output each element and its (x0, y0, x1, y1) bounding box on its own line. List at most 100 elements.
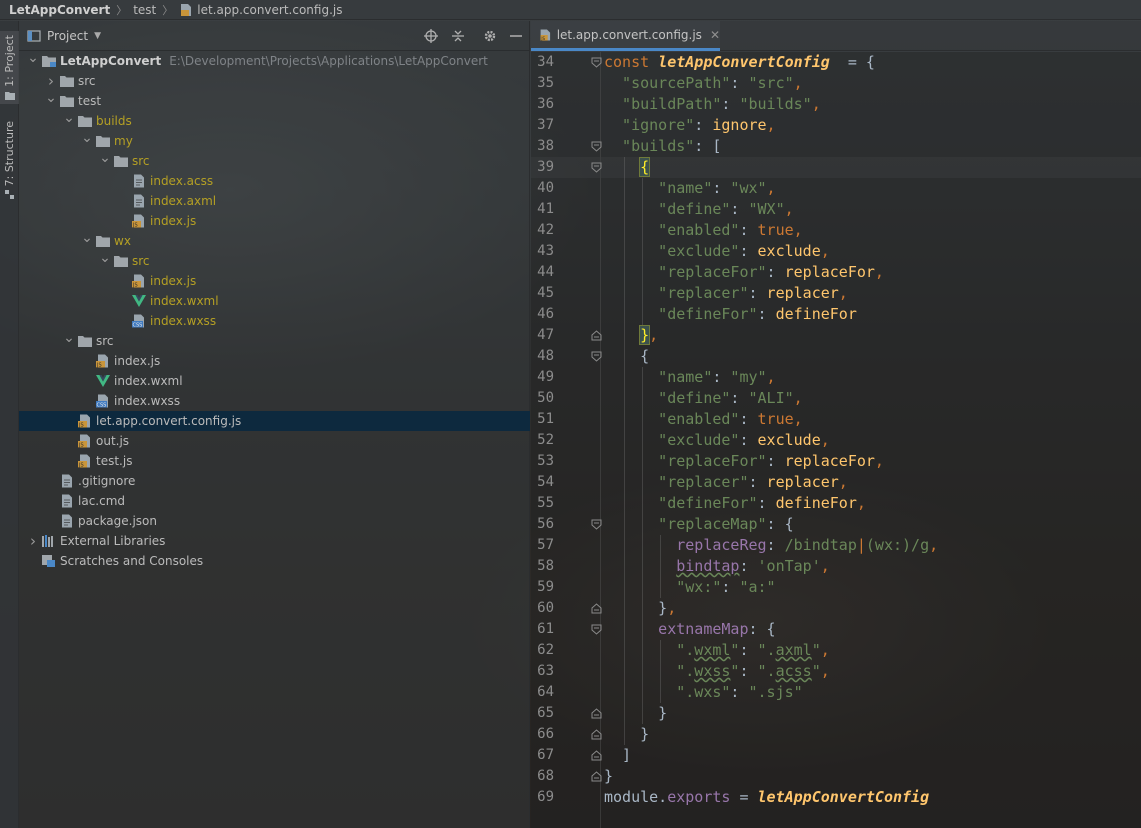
code-token: ignore (712, 116, 767, 134)
fold-close-icon[interactable] (591, 750, 602, 761)
folder-icon (113, 154, 129, 168)
chevron-down-icon[interactable]: ⌄ (63, 330, 75, 346)
indent-guide (624, 325, 626, 346)
editor-tab[interactable]: JS let.app.convert.config.js ✕ (531, 21, 720, 51)
code-token: exclude (757, 431, 821, 449)
tree-item[interactable]: JS let.app.convert.config.js (19, 411, 530, 431)
breadcrumb-file[interactable]: let.app.convert.config.js (197, 3, 342, 17)
fold-open-icon[interactable] (591, 57, 602, 68)
tree-item[interactable]: JS index.js (19, 271, 530, 291)
chevron-down-icon[interactable]: ⌄ (99, 250, 111, 266)
indent-guide (624, 724, 626, 745)
tree-item[interactable]: lac.cmd (19, 491, 530, 511)
code-token: } (640, 725, 650, 743)
code-text: module.exports = letAppConvertConfig (604, 787, 929, 808)
code-line: 46 "defineFor": defineFor (531, 304, 1141, 325)
code-text: } (604, 766, 613, 787)
tree-item[interactable]: ⌄ my (19, 130, 530, 151)
code-area[interactable]: 34 const letAppConvertConfig = {35 "source… (531, 52, 1141, 828)
chevron-down-icon[interactable]: ⌄ (63, 110, 75, 126)
code-line: 43 "exclude": exclude, (531, 241, 1141, 262)
code-token: ". (676, 641, 695, 659)
code-text: "replacer": replacer, (658, 283, 848, 304)
tree-item[interactable]: ⌄ src (19, 150, 530, 171)
code-token: module. (604, 788, 668, 806)
line-number: 38 (537, 138, 554, 154)
fold-close-icon[interactable] (591, 708, 602, 719)
tree-item[interactable]: ⌄ test (19, 90, 530, 111)
code-token: , (811, 95, 821, 113)
structure-tool-tab[interactable]: 7: Structure (0, 117, 19, 203)
fold-open-icon[interactable] (591, 519, 602, 530)
code-token: ".wxs" (676, 683, 731, 701)
code-token: true (757, 410, 794, 428)
tree-item[interactable]: index.axml (19, 191, 530, 211)
code-token: "enabled" (658, 410, 740, 428)
chevron-down-icon[interactable]: ⌄ (27, 50, 39, 66)
tree-item[interactable]: JS index.js (19, 351, 530, 371)
fold-open-icon[interactable] (591, 162, 602, 173)
chevron-down-icon[interactable]: ⌄ (45, 90, 57, 106)
tree-item[interactable]: .gitignore (19, 471, 530, 491)
minimize-icon[interactable] (509, 29, 523, 43)
gear-icon[interactable] (483, 29, 497, 43)
chevron-down-icon[interactable]: ⌄ (99, 150, 111, 166)
chevron-right-icon[interactable]: › (27, 532, 39, 550)
tree-item[interactable]: index.wxml (19, 291, 530, 311)
breadcrumb-folder[interactable]: test (133, 3, 156, 17)
tree-item[interactable]: JS out.js (19, 431, 530, 451)
tree-item[interactable]: JS test.js (19, 451, 530, 471)
code-text: "builds": [ (622, 136, 721, 157)
code-token: , (838, 284, 848, 302)
tree-item[interactable]: index.acss (19, 171, 530, 191)
tree-item-label: lac.cmd (78, 494, 126, 508)
fold-close-icon[interactable] (591, 603, 602, 614)
tree-item[interactable]: Scratches and Consoles (19, 551, 530, 571)
chevron-right-icon[interactable]: › (45, 72, 57, 90)
code-token: bindtap (676, 557, 740, 575)
indent-guide (624, 577, 626, 598)
code-token: , (766, 368, 776, 386)
folder-icon (77, 114, 93, 128)
chevron-down-icon[interactable]: ⌄ (81, 230, 93, 246)
indent-guide (624, 430, 626, 451)
project-panel-title[interactable]: Project (47, 29, 88, 43)
breadcrumb-project[interactable]: LetAppConvert (9, 3, 110, 17)
tree-item[interactable]: index.wxml (19, 371, 530, 391)
svg-text:CSS: CSS (97, 403, 107, 409)
tree-item[interactable]: › External Libraries (19, 531, 530, 551)
code-token: : (712, 368, 731, 386)
chevron-down-icon[interactable]: ⌄ (81, 130, 93, 146)
chevron-down-icon[interactable]: ▼ (94, 31, 101, 41)
indent-guide (642, 535, 644, 556)
indent-guide (624, 178, 626, 199)
locate-icon[interactable] (424, 29, 438, 43)
tree-item[interactable]: package.json (19, 511, 530, 531)
tree-item[interactable]: ⌄ src (19, 250, 530, 271)
text-file-icon (59, 514, 75, 528)
collapse-icon[interactable] (451, 29, 465, 43)
code-token: ] (622, 746, 632, 764)
code-token: "wx:" (676, 578, 722, 596)
tree-item[interactable]: ⌄ wx (19, 230, 530, 251)
fold-open-icon[interactable] (591, 624, 602, 635)
tree-item[interactable]: CSS index.wxss (19, 311, 530, 331)
tree-item-label: LetAppConvert (60, 54, 162, 68)
folder-icon (4, 91, 15, 100)
fold-close-icon[interactable] (591, 729, 602, 740)
tree-item[interactable]: CSS index.wxss (19, 391, 530, 411)
tree-item[interactable]: JS index.js (19, 211, 530, 231)
fold-open-icon[interactable] (591, 141, 602, 152)
fold-close-icon[interactable] (591, 330, 602, 341)
fold-open-icon[interactable] (591, 351, 602, 362)
folder-icon (59, 94, 75, 108)
code-line: 69 module.exports = letAppConvertConfig (531, 787, 1141, 808)
close-icon[interactable]: ✕ (710, 28, 720, 42)
tree-item[interactable]: ⌄ builds (19, 110, 530, 131)
tree-item[interactable]: › src (19, 71, 530, 91)
project-tool-tab[interactable]: 1: Project (0, 31, 19, 104)
tree-item[interactable]: ⌄ src (19, 330, 530, 351)
fold-close-icon[interactable] (591, 771, 602, 782)
tree-item[interactable]: ⌄ LetAppConvert E:\Development\Projects\Ap… (19, 50, 530, 71)
